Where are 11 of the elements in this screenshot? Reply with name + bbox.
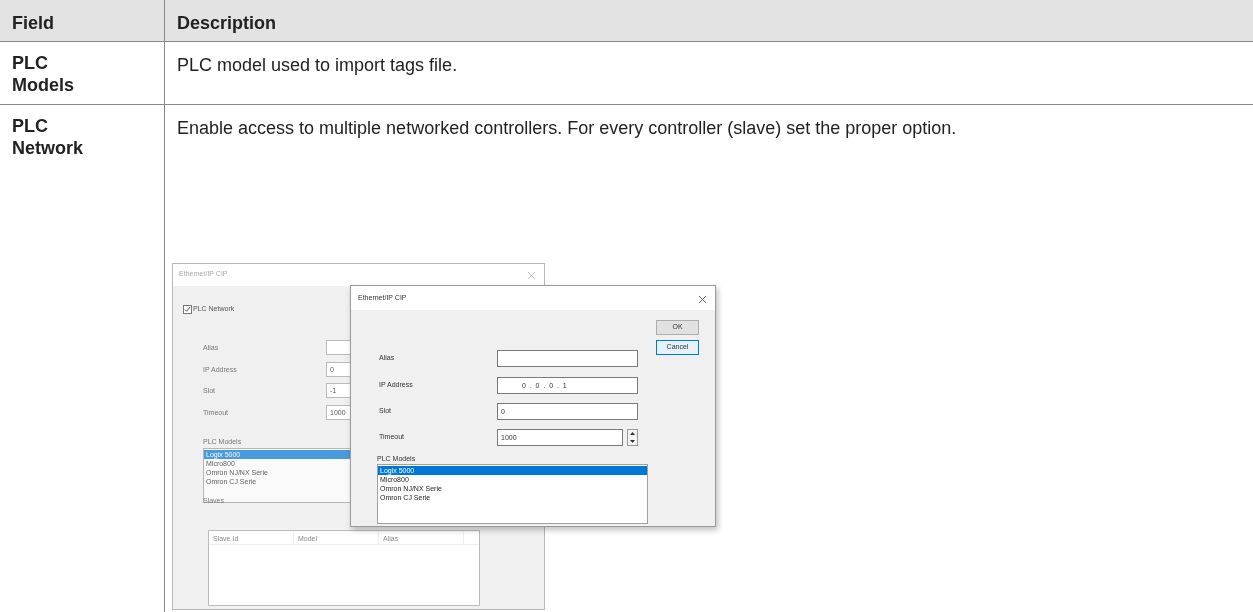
field-name: PLC Network — [12, 115, 84, 159]
field-description: Enable access to multiple networked controllers. For every controller (slave) set the proper option. — [177, 117, 958, 140]
input-field[interactable] — [497, 350, 638, 367]
column-header: Field — [0, 0, 165, 41]
checkbox[interactable] — [183, 304, 192, 314]
close-icon[interactable] — [698, 295, 707, 304]
check-icon — [184, 305, 191, 313]
field-name: PLC Models — [12, 52, 75, 96]
spinner-arrows-icon[interactable] — [627, 429, 638, 446]
column-header: Description — [176, 12, 277, 35]
field-description: PLC model used to import tags file. — [177, 54, 459, 77]
